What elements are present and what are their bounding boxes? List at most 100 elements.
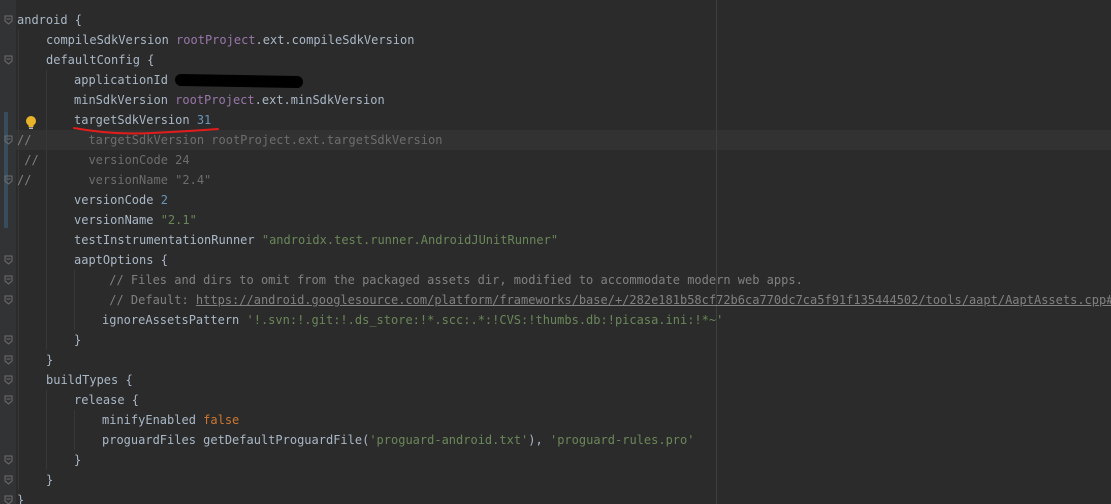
url-link[interactable]: https://android.googlesource.com/platfor…	[196, 293, 1111, 307]
code-text[interactable]: }	[74, 330, 81, 350]
code-line[interactable]: buildTypes {	[0, 370, 1111, 390]
fold-marker-icon[interactable]	[4, 375, 13, 385]
fold-marker-icon[interactable]	[4, 175, 13, 185]
indent-guide	[18, 30, 19, 50]
code-token: rootProject	[175, 93, 255, 107]
code-line[interactable]: release {	[0, 390, 1111, 410]
indent-guide	[46, 230, 47, 250]
code-text[interactable]: testInstrumentationRunner "androidx.test…	[74, 230, 558, 250]
code-text[interactable]: proguardFiles getDefaultProguardFile('pr…	[102, 430, 694, 450]
code-text[interactable]: defaultConfig {	[46, 50, 154, 70]
code-text[interactable]: }	[17, 490, 24, 504]
fold-marker-icon[interactable]	[4, 495, 13, 504]
code-line[interactable]: minSdkVersion rootProject.ext.minSdkVers…	[0, 90, 1111, 110]
indent-guide	[46, 150, 47, 170]
fold-marker-icon[interactable]	[4, 335, 13, 345]
indent-guide	[18, 410, 19, 430]
code-token: testInstrumentationRunner	[74, 233, 262, 247]
code-text[interactable]: ignoreAssetsPattern '!.svn:!.git:!.ds_st…	[102, 310, 723, 330]
code-token: android {	[17, 13, 83, 27]
indent-guide	[18, 310, 19, 330]
line-comment-prefix: //	[17, 173, 32, 187]
code-text[interactable]: }	[46, 350, 53, 370]
fold-marker-icon[interactable]	[4, 275, 13, 285]
code-line[interactable]: aaptOptions {	[0, 250, 1111, 270]
code-token: versionName	[74, 213, 161, 227]
code-text[interactable]: versionCode 2	[74, 190, 168, 210]
fold-marker-icon[interactable]	[4, 355, 13, 365]
code-text[interactable]: release {	[74, 390, 139, 410]
code-token: versionCode 24	[74, 153, 190, 167]
fold-marker-icon[interactable]	[4, 395, 13, 405]
line-comment-prefix: //	[17, 153, 39, 167]
code-text[interactable]: minSdkVersion rootProject.ext.minSdkVers…	[74, 90, 385, 110]
code-line[interactable]: }	[0, 490, 1111, 504]
indent-guide	[18, 50, 19, 70]
fold-marker-icon[interactable]	[4, 475, 13, 485]
indent-guide	[46, 70, 47, 90]
code-line[interactable]: applicationId	[0, 70, 1111, 90]
code-text[interactable]: applicationId	[74, 70, 304, 90]
code-line[interactable]: testInstrumentationRunner "androidx.test…	[0, 230, 1111, 250]
code-text[interactable]: versionCode 24	[74, 150, 190, 170]
indent-guide	[46, 450, 47, 470]
lightbulb-icon[interactable]	[24, 115, 38, 131]
code-token: ),	[528, 433, 550, 447]
indent-guide	[18, 370, 19, 390]
code-token: // Files and dirs to omit from the packa…	[102, 273, 803, 287]
code-text[interactable]: }	[74, 450, 81, 470]
code-line[interactable]: android {	[0, 10, 1111, 30]
code-text[interactable]: // Files and dirs to omit from the packa…	[102, 270, 803, 290]
indent-guide	[18, 270, 19, 290]
code-text[interactable]: minifyEnabled false	[102, 410, 239, 430]
fold-marker-icon[interactable]	[4, 255, 13, 265]
indent-guide	[18, 210, 19, 230]
code-editor[interactable]: android { compileSdkVersion rootProject.e…	[0, 0, 1111, 504]
fold-marker-icon[interactable]	[4, 455, 13, 465]
code-line[interactable]: ignoreAssetsPattern '!.svn:!.git:!.ds_st…	[0, 310, 1111, 330]
code-text[interactable]: versionName "2.4"	[74, 170, 211, 190]
code-line[interactable]: // Default: https://android.googlesource…	[0, 290, 1111, 310]
code-text[interactable]: compileSdkVersion rootProject.ext.compil…	[46, 30, 414, 50]
code-text[interactable]: // Default: https://android.googlesource…	[102, 290, 1111, 310]
fold-marker-icon[interactable]	[4, 55, 13, 65]
code-line[interactable]: compileSdkVersion rootProject.ext.compil…	[0, 30, 1111, 50]
indent-guide	[46, 90, 47, 110]
code-line[interactable]: versionCode 2	[0, 190, 1111, 210]
indent-guide	[18, 230, 19, 250]
indent-guide	[18, 250, 19, 270]
code-line[interactable]: defaultConfig {	[0, 50, 1111, 70]
indent-guide	[74, 430, 75, 450]
code-token: versionName "2.4"	[74, 173, 212, 187]
indent-guide	[18, 190, 19, 210]
code-line[interactable]: }	[0, 450, 1111, 470]
code-line[interactable]: // Files and dirs to omit from the packa…	[0, 270, 1111, 290]
code-line[interactable]: proguardFiles getDefaultProguardFile('pr…	[0, 430, 1111, 450]
indent-guide	[46, 430, 47, 450]
fold-marker-icon[interactable]	[4, 15, 13, 25]
code-line[interactable]: }	[0, 350, 1111, 370]
code-line[interactable]: }	[0, 330, 1111, 350]
indent-guide	[18, 390, 19, 410]
code-text[interactable]: android {	[17, 10, 82, 30]
fold-marker-icon[interactable]	[4, 135, 13, 145]
code-line[interactable]: // versionName "2.4"	[0, 170, 1111, 190]
code-text[interactable]: aaptOptions {	[74, 250, 168, 270]
code-text[interactable]: }	[46, 470, 53, 490]
code-text[interactable]: buildTypes {	[46, 370, 133, 390]
code-text[interactable]: versionName "2.1"	[74, 210, 197, 230]
code-token: applicationId	[74, 73, 176, 87]
code-line[interactable]: // versionCode 24	[0, 150, 1111, 170]
indent-guide	[74, 290, 75, 310]
code-token: 2	[160, 193, 168, 207]
code-token: "2.1"	[160, 213, 197, 227]
code-token: versionCode	[74, 193, 161, 207]
code-token: minSdkVersion	[74, 93, 176, 107]
code-line[interactable]: }	[0, 470, 1111, 490]
code-line[interactable]: minifyEnabled false	[0, 410, 1111, 430]
fold-marker-icon[interactable]	[4, 295, 13, 305]
code-line[interactable]: versionName "2.1"	[0, 210, 1111, 230]
code-token: .ext.	[255, 33, 292, 47]
code-token: 'proguard-android.txt'	[369, 433, 529, 447]
indent-guide	[46, 130, 47, 150]
